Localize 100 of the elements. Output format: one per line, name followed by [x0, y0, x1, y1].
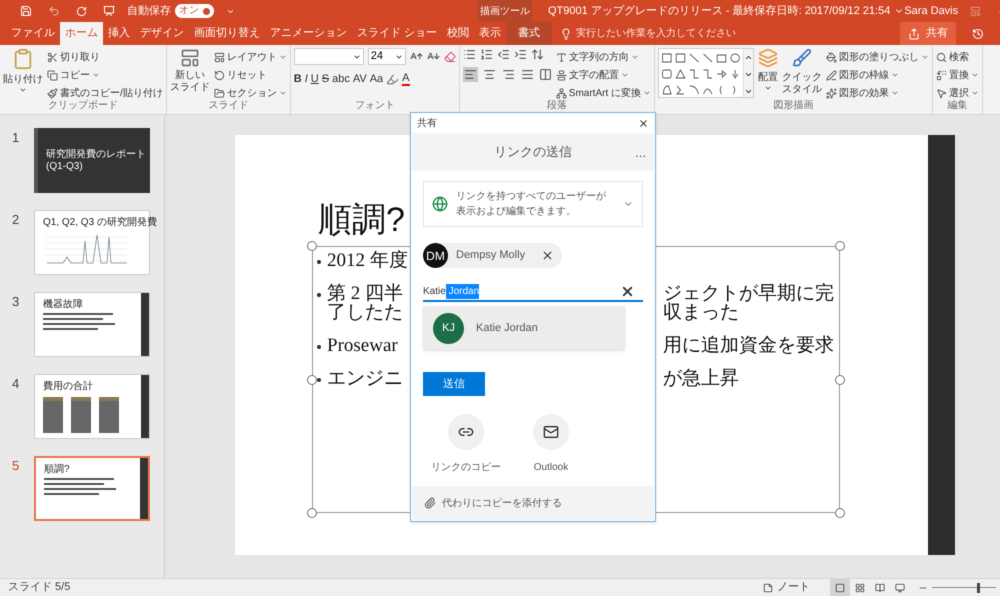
ribbon-tab[interactable]: スライド ショー: [352, 22, 442, 45]
quick-styles-button[interactable]: クイック スタイル: [782, 48, 822, 96]
arrange-button[interactable]: 配置: [758, 48, 778, 92]
line-spacing-icon[interactable]: [530, 48, 544, 61]
shape-fill-button[interactable]: 図形の塗りつぶし: [826, 48, 930, 66]
format-button[interactable]: S: [322, 71, 330, 88]
attach-copy-button[interactable]: 代わりにコピーを添付する: [412, 486, 654, 520]
text-direction-button[interactable]: 文字列の方向: [556, 48, 652, 66]
numbering-icon[interactable]: [480, 48, 493, 61]
bullets-icon[interactable]: [462, 48, 476, 61]
ribbon-tab[interactable]: 表示: [474, 22, 506, 45]
reset-button[interactable]: リセット: [214, 66, 287, 84]
thumbnail-title: 機器故障: [43, 299, 84, 310]
scroll-up-icon[interactable]: [744, 53, 754, 62]
ribbon-tab[interactable]: 書式: [506, 22, 552, 45]
outlook-button[interactable]: Outlook: [521, 414, 581, 475]
decrease-indent-icon[interactable]: [496, 48, 510, 61]
ribbon-tab[interactable]: ファイル: [6, 22, 60, 45]
align-button[interactable]: [482, 67, 497, 82]
align-button[interactable]: [520, 67, 535, 82]
ribbon-tab[interactable]: 挿入: [103, 22, 135, 45]
format-button[interactable]: abc: [332, 71, 350, 88]
slide-thumbnail[interactable]: 順調?: [34, 456, 150, 521]
font-color-button[interactable]: A: [402, 72, 410, 86]
presentation-icon[interactable]: [103, 5, 115, 17]
send-button[interactable]: 送信: [423, 372, 485, 396]
resize-handle[interactable]: [835, 241, 845, 251]
resize-handle[interactable]: [307, 375, 317, 385]
item-icon: [556, 70, 567, 80]
columns-icon[interactable]: [538, 68, 552, 81]
slide-count: スライド 5/5: [8, 580, 70, 596]
resize-handle[interactable]: [307, 241, 317, 251]
remove-icon[interactable]: [541, 249, 554, 262]
group-label: クリップボード: [48, 99, 118, 113]
recipient-input[interactable]: Katie Jordan: [423, 282, 643, 302]
caret-icon: [92, 71, 100, 79]
tell-me-field[interactable]: 実行したい作業を入力してください: [560, 22, 736, 45]
copy-link-button[interactable]: リンクのコピー: [431, 414, 501, 475]
align-text-button[interactable]: 文字の配置: [556, 66, 652, 84]
section-button[interactable]: セクション: [214, 84, 287, 102]
bullet-text: 用に追加資金を要求: [663, 336, 834, 355]
globe-icon: [432, 196, 448, 212]
slide-thumbnail[interactable]: 費用の合計: [34, 374, 150, 439]
replace-button[interactable]: 置換: [936, 66, 980, 84]
view-button[interactable]: [830, 578, 850, 596]
scroll-down-icon[interactable]: [744, 70, 754, 79]
slide-thumbnail[interactable]: 研究開発費のレポート (Q1-Q3): [34, 128, 150, 193]
history-icon[interactable]: [972, 28, 984, 40]
item-icon: [936, 88, 948, 98]
thumbnail-title: 順調?: [44, 464, 71, 475]
caret-icon: [971, 89, 980, 97]
item-icon: [214, 52, 225, 62]
align-button[interactable]: [500, 67, 516, 82]
thumbnail-side-bar: [140, 458, 148, 519]
format-button[interactable]: B: [294, 71, 302, 88]
more-icon[interactable]: [744, 87, 754, 96]
align-button[interactable]: [462, 67, 478, 82]
autosave-toggle[interactable]: オン: [175, 4, 214, 18]
slider-thumb[interactable]: [977, 582, 980, 592]
font-size-field[interactable]: 24: [368, 48, 406, 65]
clear-formatting-icon[interactable]: [444, 50, 456, 62]
format-button[interactable]: U: [310, 71, 319, 88]
format-button[interactable]: AV: [352, 71, 367, 88]
zoom-slider[interactable]: [932, 582, 996, 592]
layout-button[interactable]: レイアウト: [214, 48, 287, 66]
bullet-text: 収まった: [663, 303, 739, 322]
item-icon: [556, 52, 567, 62]
ribbon-tab[interactable]: 校閲: [442, 22, 474, 45]
new-slide-button[interactable]: 新しい スライド: [170, 48, 210, 94]
caret-icon: [620, 71, 629, 79]
increase-indent-icon[interactable]: [514, 48, 527, 61]
paste-button[interactable]: 貼り付け: [3, 48, 43, 94]
resize-handle[interactable]: [307, 508, 317, 518]
format-button[interactable]: I: [304, 71, 308, 88]
shape-outline-button[interactable]: 図形の枠線: [826, 66, 930, 84]
bullet-text: 第 2 四半: [327, 284, 404, 303]
more-button[interactable]: ...: [635, 143, 646, 162]
resize-handle[interactable]: [835, 508, 845, 518]
ribbon-tab[interactable]: ホーム: [60, 22, 103, 45]
ribbon-tab[interactable]: デザイン: [135, 22, 189, 45]
close-icon[interactable]: [638, 118, 649, 128]
find-button[interactable]: 検索: [936, 48, 980, 66]
view-icon: [855, 582, 865, 592]
font-name-field[interactable]: [294, 48, 364, 65]
shapes-gallery[interactable]: [658, 48, 754, 98]
notes-button[interactable]: ノート: [763, 579, 810, 596]
ribbon-tab[interactable]: アニメーション: [265, 22, 352, 45]
cut-button[interactable]: 切り取り: [47, 48, 163, 66]
shape-effects-button[interactable]: 図形の効果: [826, 84, 930, 102]
format-button[interactable]: Aa: [370, 71, 384, 88]
save-icon[interactable]: [20, 5, 32, 17]
slide-thumbnail[interactable]: 機器故障: [34, 292, 150, 357]
link-settings-dropdown[interactable]: リンクを持つすべてのユーザーが表示および編集できます。: [423, 181, 643, 227]
ribbon-tab[interactable]: 画面切り替え: [189, 22, 265, 45]
highlighter-icon[interactable]: [386, 72, 400, 86]
resize-handle[interactable]: [835, 375, 845, 385]
suggestion-item[interactable]: KJ Katie Jordan: [423, 306, 625, 350]
redo-icon[interactable]: [76, 6, 87, 16]
copy-button[interactable]: コピー: [47, 66, 163, 84]
undo-icon[interactable]: [48, 5, 60, 17]
